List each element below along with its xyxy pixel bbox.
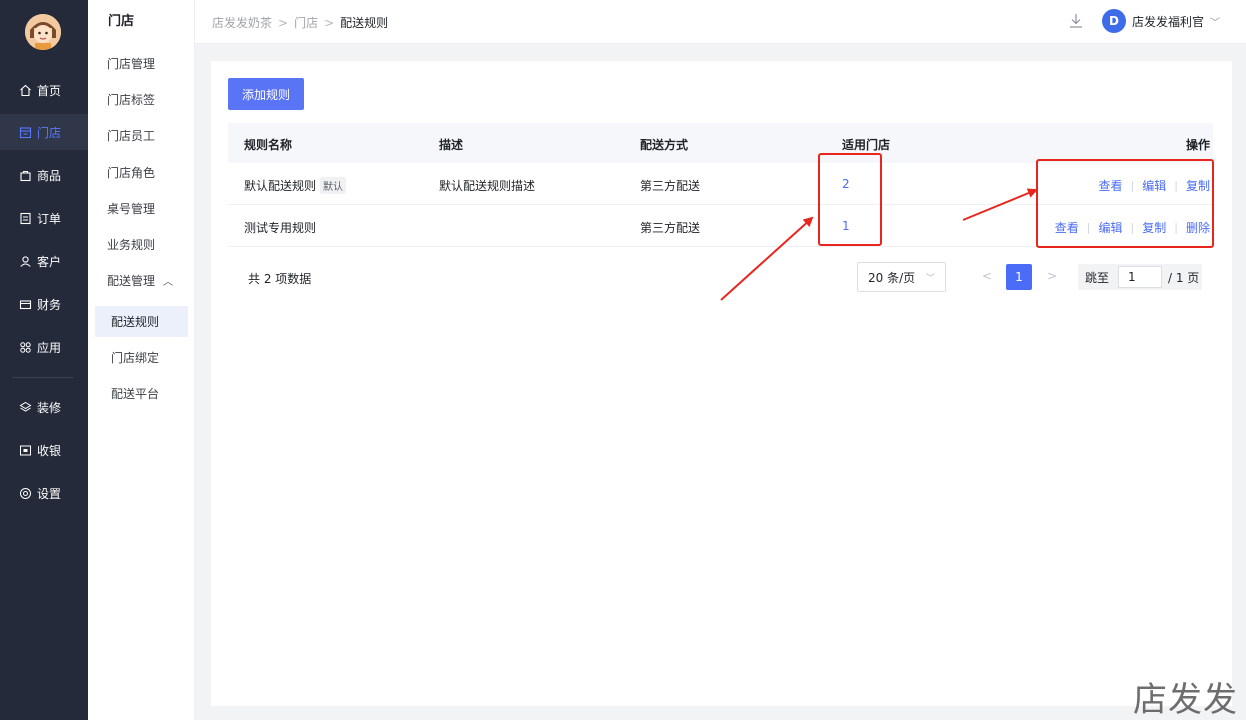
submenu-item-delivery-platforms[interactable]: 配送平台 <box>95 378 188 409</box>
column-header-desc: 描述 <box>439 138 464 152</box>
nav-home[interactable]: 首页 <box>0 72 88 108</box>
submenu-item-table-manage[interactable]: 桌号管理 <box>107 200 155 217</box>
nav-finance-label: 财务 <box>37 297 62 312</box>
rule-name: 测试专用规则 <box>244 221 317 235</box>
store-submenu: 门店 门店管理 门店标签 门店员工 门店角色 桌号管理 业务规则 配送管理 ︿ 配… <box>88 0 195 720</box>
column-header-actions: 操作 <box>1185 138 1210 152</box>
app-root: 首页 门店 商品 订单 客户 财务 应用 装修 收银 设置 门店 门店管理 门店… <box>0 0 1246 720</box>
nav-orders[interactable]: 订单 <box>0 200 88 236</box>
main-nav-rail: 首页 门店 商品 订单 客户 财务 应用 装修 收银 设置 <box>0 0 88 720</box>
default-tag: 默认 <box>320 177 347 194</box>
content-card: 添加规则 规则名称 描述 配送方式 适用门店 操作 默认配送规则 默认 默认配送规… <box>211 61 1232 706</box>
watermark: 店发发 <box>1133 680 1238 720</box>
submenu-group-delivery[interactable]: 配送管理 ︿ <box>107 272 173 289</box>
rule-desc: 默认配送规则描述 <box>439 179 536 193</box>
column-header-name: 规则名称 <box>244 138 293 152</box>
nav-cashier[interactable]: 收银 <box>0 432 88 468</box>
nav-decorate[interactable]: 装修 <box>0 389 88 425</box>
submenu-title: 门店 <box>108 14 135 29</box>
page-number-current[interactable]: 1 <box>1006 264 1032 290</box>
nav-divider <box>12 377 74 378</box>
nav-store-label: 门店 <box>37 125 62 140</box>
nav-goods-label: 商品 <box>37 168 62 183</box>
user-icon <box>18 254 32 268</box>
nav-goods[interactable]: 商品 <box>0 157 88 193</box>
prev-page-icon[interactable]: < <box>982 269 992 283</box>
next-page-icon[interactable]: > <box>1047 269 1057 283</box>
page-size-value: 20 条/页 <box>868 270 916 285</box>
user-name: 店发发福利官 <box>1132 14 1205 29</box>
bag-icon <box>18 168 32 182</box>
submenu-item-store-manage[interactable]: 门店管理 <box>107 55 155 72</box>
cashier-icon <box>18 443 32 457</box>
user-avatar: D <box>1102 9 1126 33</box>
wallet-icon <box>18 297 32 311</box>
submenu-item-store-tags[interactable]: 门店标签 <box>107 91 155 108</box>
total-count: 共 2 项数据 <box>248 272 312 286</box>
store-icon <box>18 125 32 139</box>
settings-icon <box>18 486 32 500</box>
nav-customers[interactable]: 客户 <box>0 243 88 279</box>
nav-decorate-label: 装修 <box>37 400 62 415</box>
nav-apps[interactable]: 应用 <box>0 329 88 365</box>
download-icon[interactable] <box>1068 12 1084 30</box>
rule-name: 默认配送规则 <box>244 179 317 193</box>
layers-icon <box>18 400 32 414</box>
nav-customers-label: 客户 <box>37 254 62 269</box>
breadcrumb-item[interactable]: 门店 <box>294 16 318 30</box>
column-header-stores: 适用门店 <box>842 138 891 152</box>
table-header: 规则名称 描述 配送方式 适用门店 操作 <box>228 123 1213 163</box>
page-size-select[interactable]: 20 条/页 ﹀ <box>857 262 946 292</box>
top-bar: 店发发奶茶 > 门店 > 配送规则 D 店发发福利官 ﹀ <box>195 0 1246 44</box>
nav-orders-label: 订单 <box>37 211 62 226</box>
annotation-box-actions <box>1036 159 1214 248</box>
rule-method: 第三方配送 <box>640 179 701 193</box>
submenu-item-business-rules[interactable]: 业务规则 <box>107 236 155 253</box>
user-menu[interactable]: D 店发发福利官 ﹀ <box>1102 9 1220 33</box>
total-pages: / 1 页 <box>1168 270 1200 285</box>
submenu-item-store-roles[interactable]: 门店角色 <box>107 164 155 181</box>
submenu-item-delivery-rules[interactable]: 配送规则 <box>95 306 188 337</box>
jump-page-input[interactable] <box>1118 266 1162 288</box>
breadcrumb-item[interactable]: 店发发奶茶 <box>212 16 272 30</box>
chevron-down-icon: ﹀ <box>925 274 935 284</box>
chevron-up-icon: ︿ <box>163 277 174 288</box>
nav-settings-label: 设置 <box>37 486 62 501</box>
chevron-down-icon: ﹀ <box>1210 17 1221 29</box>
order-icon <box>18 211 32 225</box>
nav-home-label: 首页 <box>37 83 62 98</box>
apps-icon <box>18 340 32 354</box>
breadcrumb: 店发发奶茶 > 门店 > 配送规则 <box>212 16 389 30</box>
submenu-item-store-staff[interactable]: 门店员工 <box>107 127 155 144</box>
rule-method: 第三方配送 <box>640 221 701 235</box>
submenu-group-delivery-label: 配送管理 <box>107 274 156 288</box>
annotation-box-stores <box>818 153 882 246</box>
column-header-method: 配送方式 <box>640 138 689 152</box>
avatar[interactable] <box>25 14 61 50</box>
nav-cashier-label: 收银 <box>37 443 62 458</box>
nav-apps-label: 应用 <box>37 340 62 355</box>
nav-settings[interactable]: 设置 <box>0 475 88 511</box>
breadcrumb-current: 配送规则 <box>340 16 389 30</box>
nav-finance[interactable]: 财务 <box>0 286 88 322</box>
add-rule-button[interactable]: 添加规则 <box>228 78 304 110</box>
jump-to-page: 跳至 / 1 页 <box>1078 264 1202 290</box>
nav-store[interactable]: 门店 <box>0 114 88 150</box>
jump-label: 跳至 <box>1085 270 1110 285</box>
home-icon <box>18 83 32 97</box>
submenu-item-store-binding[interactable]: 门店绑定 <box>95 342 188 373</box>
rule-name-cell: 默认配送规则 默认 <box>244 177 347 194</box>
